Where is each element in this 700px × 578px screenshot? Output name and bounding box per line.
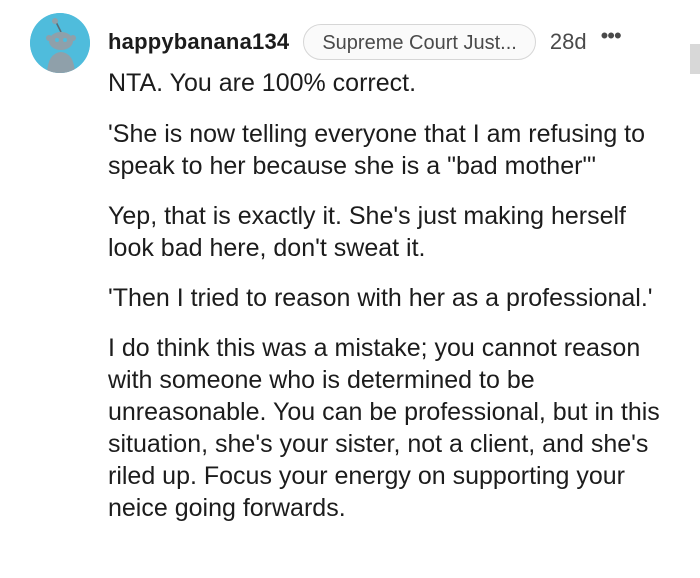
user-flair: Supreme Court Just... [303,24,536,60]
scrollbar-thumb[interactable] [690,44,700,74]
comment-timestamp: 28d [549,29,587,54]
username-link[interactable]: happybanana134 [108,29,289,55]
comment-paragraph: Yep, that is exactly it. She's just maki… [108,202,626,262]
snoo-avatar-icon[interactable] [30,13,90,73]
comment-paragraph: 'Then I tried to reason with her as a pr… [108,284,653,312]
comment: happybanana134 Supreme Court Just... 28d… [0,0,700,578]
comment-paragraph: 'She is now telling everyone that I am r… [108,120,646,180]
more-options-icon[interactable]: ••• [601,25,622,47]
comment-header: happybanana134 Supreme Court Just... 28d… [108,22,680,62]
comment-paragraph: NTA. You are 100% correct. [108,69,417,97]
comment-body: NTA. You are 100% correct. 'She is now t… [108,67,678,542]
comment-paragraph: I do think this was a mistake; you canno… [108,334,660,522]
